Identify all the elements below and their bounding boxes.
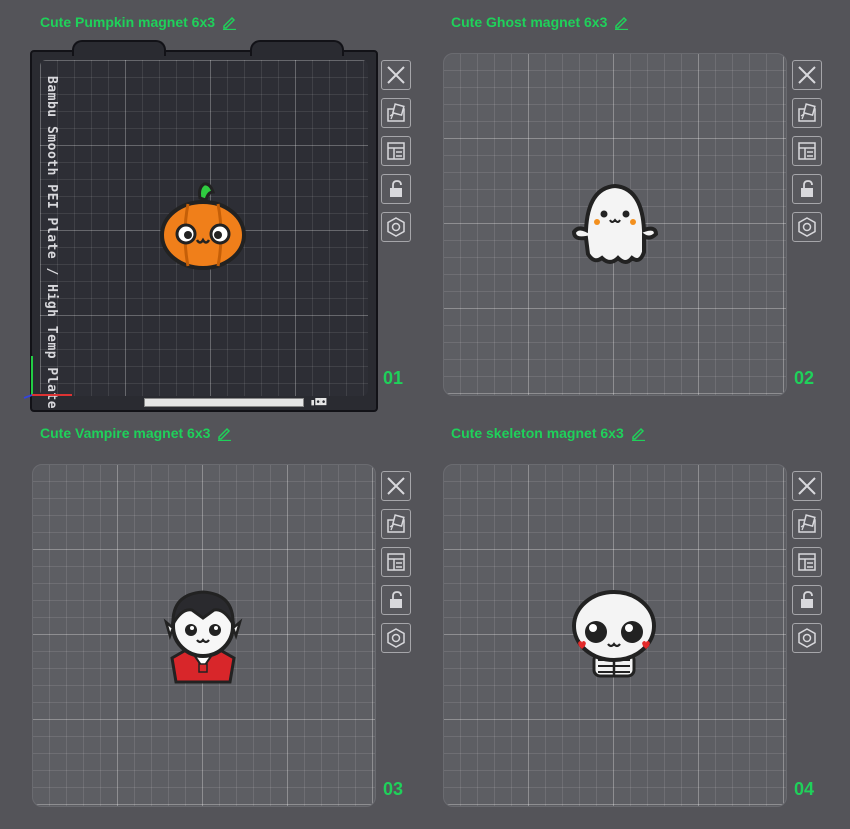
edit-pencil-icon[interactable] bbox=[216, 425, 232, 441]
edit-pencil-icon[interactable] bbox=[221, 14, 237, 30]
arrange-button[interactable] bbox=[381, 136, 411, 166]
plate-4-toolbar bbox=[792, 471, 822, 653]
plate-tab-left bbox=[72, 40, 166, 56]
plate-title-text: Cute Ghost magnet 6x3 bbox=[451, 14, 608, 30]
plate-footer-icons: ▮◘◘ bbox=[310, 398, 327, 408]
close-plate-button[interactable] bbox=[381, 471, 411, 501]
plate-4-title[interactable]: Cute skeleton magnet 6x3 bbox=[451, 425, 646, 441]
close-plate-button[interactable] bbox=[381, 60, 411, 90]
plate-settings-button[interactable] bbox=[381, 212, 411, 242]
vampire-model[interactable] bbox=[158, 588, 248, 684]
pumpkin-model[interactable] bbox=[158, 180, 248, 270]
plate-1-toolbar bbox=[381, 60, 411, 242]
close-icon bbox=[798, 66, 816, 84]
plate-2-toolbar bbox=[792, 60, 822, 242]
plate-title-text: Cute Pumpkin magnet 6x3 bbox=[40, 14, 216, 30]
skeleton-model[interactable] bbox=[568, 588, 660, 680]
plate-settings-icon bbox=[387, 628, 405, 648]
lock-icon bbox=[390, 591, 402, 608]
plate-number-1: 01 bbox=[383, 368, 404, 388]
plate-3-toolbar bbox=[381, 471, 411, 653]
plate-settings-button[interactable] bbox=[792, 623, 822, 653]
plate-footer-bar bbox=[144, 398, 304, 407]
plate-settings-icon bbox=[798, 628, 816, 648]
plate-1-title[interactable]: Cute Pumpkin magnet 6x3 bbox=[40, 14, 237, 30]
close-icon bbox=[387, 477, 405, 495]
ghost-model[interactable] bbox=[570, 180, 660, 270]
plate-number-3: 03 bbox=[383, 779, 404, 799]
auto-orient-button[interactable] bbox=[792, 98, 822, 128]
plate-2-title[interactable]: Cute Ghost magnet 6x3 bbox=[451, 14, 629, 30]
edit-pencil-icon[interactable] bbox=[613, 14, 629, 30]
plate-settings-icon bbox=[387, 217, 405, 237]
edit-pencil-icon[interactable] bbox=[630, 425, 646, 441]
lock-plate-button[interactable] bbox=[792, 585, 822, 615]
plate-3-title[interactable]: Cute Vampire magnet 6x3 bbox=[40, 425, 232, 441]
auto-orient-button[interactable] bbox=[792, 509, 822, 539]
plate-tab-right bbox=[250, 40, 344, 56]
arrange-icon bbox=[798, 142, 816, 160]
lock-icon bbox=[801, 180, 813, 197]
auto-orient-button[interactable] bbox=[381, 98, 411, 128]
close-icon bbox=[798, 477, 816, 495]
auto-orient-icon bbox=[798, 514, 816, 533]
arrange-button[interactable] bbox=[792, 547, 822, 577]
arrange-button[interactable] bbox=[792, 136, 822, 166]
plate-title-text: Cute skeleton magnet 6x3 bbox=[451, 425, 624, 441]
lock-plate-button[interactable] bbox=[381, 585, 411, 615]
plate-settings-button[interactable] bbox=[381, 623, 411, 653]
lock-plate-button[interactable] bbox=[792, 174, 822, 204]
arrange-button[interactable] bbox=[381, 547, 411, 577]
arrange-icon bbox=[387, 553, 405, 571]
auto-orient-button[interactable] bbox=[381, 509, 411, 539]
arrange-icon bbox=[387, 142, 405, 160]
auto-orient-icon bbox=[387, 103, 405, 122]
close-plate-button[interactable] bbox=[792, 60, 822, 90]
auto-orient-icon bbox=[798, 103, 816, 122]
lock-icon bbox=[801, 591, 813, 608]
plate-number-4: 04 bbox=[794, 779, 815, 799]
close-icon bbox=[387, 66, 405, 84]
arrange-icon bbox=[798, 553, 816, 571]
plate-number-2: 02 bbox=[794, 368, 815, 388]
axis-gizmo-icon bbox=[23, 356, 72, 399]
plate-title-text: Cute Vampire magnet 6x3 bbox=[40, 425, 211, 441]
lock-plate-button[interactable] bbox=[381, 174, 411, 204]
close-plate-button[interactable] bbox=[792, 471, 822, 501]
lock-icon bbox=[390, 180, 402, 197]
plate-settings-icon bbox=[798, 217, 816, 237]
auto-orient-icon bbox=[387, 514, 405, 533]
plate-settings-button[interactable] bbox=[792, 212, 822, 242]
